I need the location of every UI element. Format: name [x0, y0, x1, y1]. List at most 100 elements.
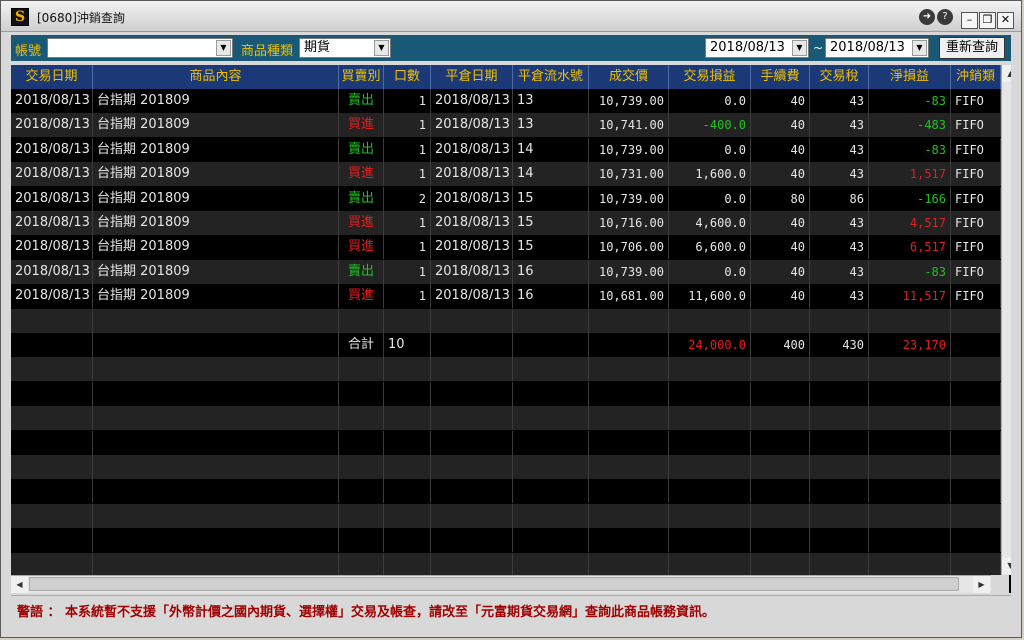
cell-net-pl: -166	[869, 187, 951, 211]
grid-header: 交易日期 商品內容 買賣別 口數 平倉日期 平倉流水號 成交價 交易損益 手續費 交易稅 淨損益 沖銷…	[11, 65, 1001, 89]
restore-icon[interactable]: ❐	[979, 12, 996, 29]
cell-fee	[751, 309, 810, 333]
cell-product: 台指期 201809	[93, 162, 339, 186]
cell-close-serial	[513, 333, 589, 357]
window-title: [0680]沖銷查詢	[37, 11, 125, 25]
table-row[interactable]: 2018/08/13 台指期 201809 賣出 2 2018/08/13 15 10,73…	[11, 187, 1001, 211]
cell-price	[589, 431, 669, 455]
scroll-corner	[991, 575, 1009, 593]
close-icon[interactable]: ✕	[997, 12, 1014, 29]
cell-trade-pl: 0.0	[669, 260, 751, 284]
empty-row	[11, 382, 1001, 406]
column-header[interactable]: 平倉日期	[431, 65, 513, 89]
table-row[interactable]: 2018/08/13 台指期 201809 買進 1 2018/08/13 15 10,71…	[11, 211, 1001, 235]
column-header[interactable]: 沖銷類	[951, 65, 1001, 89]
column-header[interactable]: 手續費	[751, 65, 810, 89]
chevron-down-icon[interactable]: ▼	[216, 40, 231, 56]
minimize-icon[interactable]: –	[961, 12, 978, 29]
cell-price	[589, 528, 669, 552]
column-header[interactable]: 商品內容	[93, 65, 339, 89]
share-icon[interactable]: ➜	[919, 9, 935, 25]
table-row[interactable]: 2018/08/13 台指期 201809 買進 1 2018/08/13 13 10,74…	[11, 113, 1001, 137]
cell-product	[93, 309, 339, 333]
cell-tax: 43	[810, 89, 869, 113]
table-row[interactable]: 2018/08/13 台指期 201809 賣出 1 2018/08/13 16 10,73…	[11, 260, 1001, 284]
column-header[interactable]: 平倉流水號	[513, 65, 589, 89]
chevron-down-icon[interactable]: ▼	[792, 40, 807, 56]
cell-fee: 400	[751, 333, 810, 357]
cell-trade-date: 2018/08/13	[11, 89, 93, 113]
horizontal-scrollbar[interactable]: ◀ ▶	[11, 575, 991, 593]
cell-side	[339, 479, 384, 503]
cell-price	[589, 333, 669, 357]
table-row[interactable]: 2018/08/13 台指期 201809 賣出 1 2018/08/13 13 10,73…	[11, 89, 1001, 113]
cell-tax: 43	[810, 138, 869, 162]
scroll-down-icon[interactable]: ▼	[1002, 557, 1011, 574]
totals-row[interactable]: 合計 10 24,000.0 400 430 23,170	[11, 333, 1001, 357]
cell-offset	[951, 455, 1001, 479]
horizontal-scroll-thumb[interactable]	[29, 577, 959, 591]
cell-close-date: 2018/08/13	[431, 260, 513, 284]
cell-product: 台指期 201809	[93, 113, 339, 137]
cell-offset	[951, 309, 1001, 333]
scroll-left-icon[interactable]: ◀	[11, 576, 28, 593]
cell-fee: 40	[751, 113, 810, 137]
cell-tax	[810, 455, 869, 479]
product-type-label: 商品種類	[241, 44, 294, 59]
date-to-picker[interactable]: 2018/08/13 ▼	[825, 38, 929, 58]
cell-net-pl	[869, 406, 951, 430]
cell-trade-date	[11, 309, 93, 333]
cell-close-serial: 14	[513, 138, 589, 162]
date-from-picker[interactable]: 2018/08/13 ▼	[705, 38, 809, 58]
product-type-select[interactable]: 期貨 ▼	[299, 38, 391, 58]
column-header[interactable]: 交易日期	[11, 65, 93, 89]
cell-tax: 86	[810, 187, 869, 211]
cell-trade-date	[11, 406, 93, 430]
column-header[interactable]: 成交價	[589, 65, 669, 89]
vertical-scrollbar[interactable]: ▲ ▼	[1001, 65, 1011, 575]
app-logo-icon: S	[11, 8, 29, 26]
scroll-right-icon[interactable]: ▶	[973, 576, 990, 593]
cell-close-date: 2018/08/13	[431, 89, 513, 113]
cell-net-pl	[869, 357, 951, 381]
table-row[interactable]: 2018/08/13 台指期 201809 買進 1 2018/08/13 14 10,73…	[11, 162, 1001, 186]
cell-product	[93, 504, 339, 528]
empty-row	[11, 455, 1001, 479]
cell-close-date	[431, 333, 513, 357]
cell-product	[93, 382, 339, 406]
cell-close-date	[431, 406, 513, 430]
table-row[interactable]: 2018/08/13 台指期 201809 買進 1 2018/08/13 15 10,70…	[11, 235, 1001, 259]
cell-product	[93, 406, 339, 430]
column-header[interactable]: 口數	[384, 65, 431, 89]
account-select[interactable]: ▼	[47, 38, 233, 58]
chevron-down-icon[interactable]: ▼	[912, 40, 927, 56]
cell-net-pl: -83	[869, 138, 951, 162]
cell-close-date	[431, 357, 513, 381]
cell-side	[339, 528, 384, 552]
cell-close-serial	[513, 504, 589, 528]
help-icon[interactable]: ?	[937, 9, 953, 25]
scroll-up-icon[interactable]: ▲	[1002, 65, 1011, 82]
cell-close-serial: 15	[513, 211, 589, 235]
cell-trade-date	[11, 333, 93, 357]
column-header[interactable]: 交易損益	[669, 65, 751, 89]
cell-close-serial	[513, 309, 589, 333]
cell-close-serial	[513, 357, 589, 381]
refresh-query-button[interactable]: 重新查詢	[939, 37, 1005, 59]
cell-close-date	[431, 553, 513, 577]
cell-price	[589, 479, 669, 503]
table-row[interactable]: 2018/08/13 台指期 201809 買進 1 2018/08/13 16 10,68…	[11, 284, 1001, 308]
cell-trade-date	[11, 431, 93, 455]
column-header[interactable]: 淨損益	[869, 65, 951, 89]
chevron-down-icon[interactable]: ▼	[374, 40, 389, 56]
cell-fee: 40	[751, 138, 810, 162]
column-header[interactable]: 交易稅	[810, 65, 869, 89]
cell-offset	[951, 431, 1001, 455]
table-row[interactable]: 2018/08/13 台指期 201809 賣出 1 2018/08/13 14 10,73…	[11, 138, 1001, 162]
cell-tax: 43	[810, 260, 869, 284]
cell-net-pl	[869, 431, 951, 455]
cell-price: 10,739.00	[589, 260, 669, 284]
cell-tax	[810, 528, 869, 552]
column-header[interactable]: 買賣別	[339, 65, 384, 89]
cell-side: 賣出	[339, 89, 384, 113]
